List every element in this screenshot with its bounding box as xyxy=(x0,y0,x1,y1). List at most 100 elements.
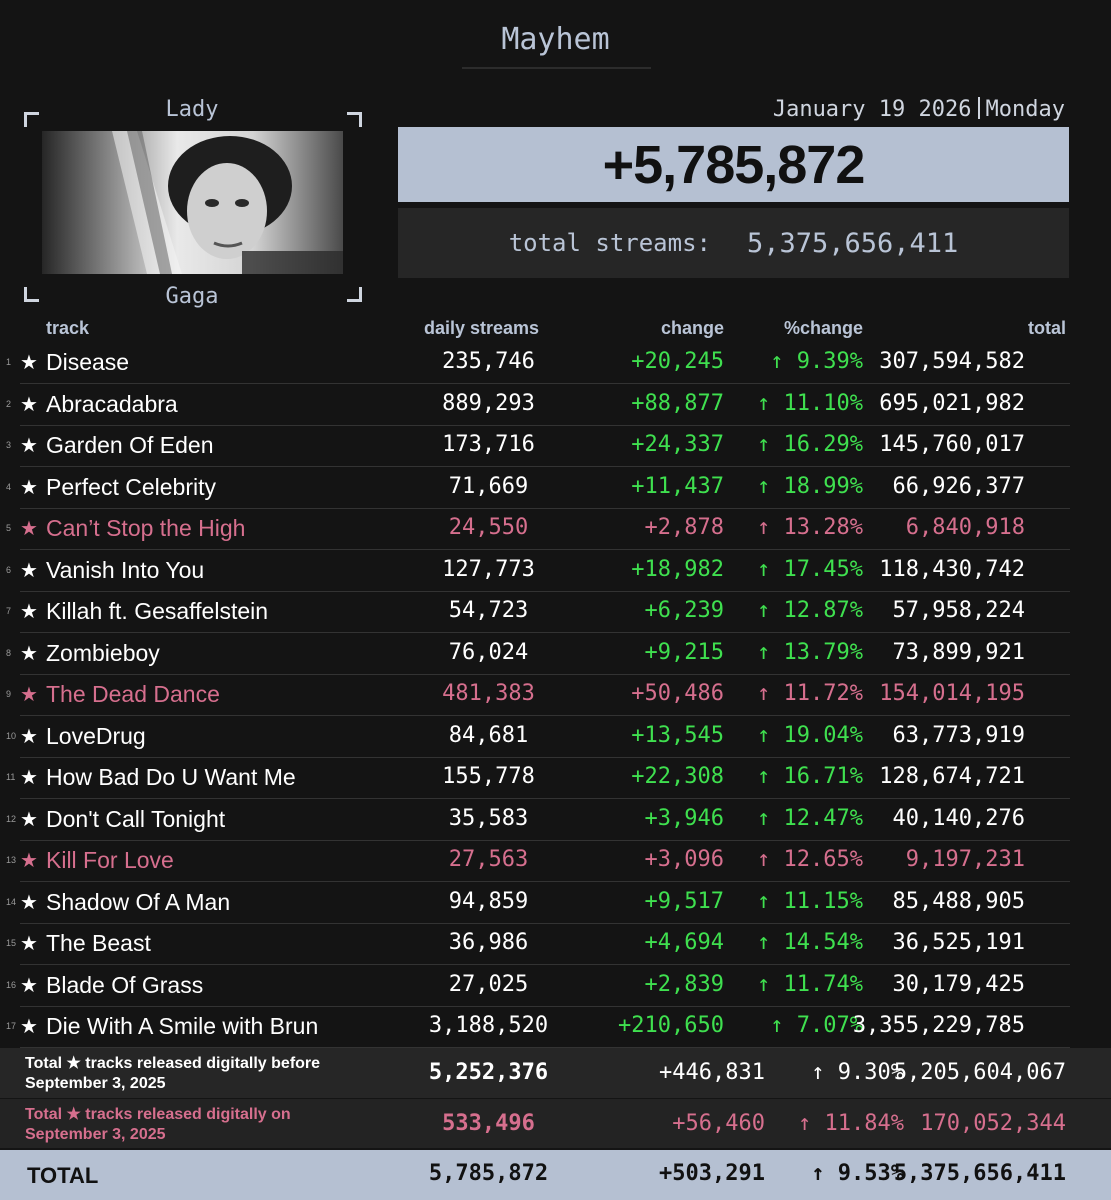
track-name: Abracadabra xyxy=(46,390,178,417)
track-rank: 9 xyxy=(6,689,12,699)
table-row: 7 ★ Killah ft. Gesaffelstein 54,723 +6,239 ↑ … xyxy=(0,592,1070,633)
total-streams-label: total streams: xyxy=(508,229,711,257)
track-total: 36,525,191 xyxy=(892,930,1025,955)
star-icon: ★ xyxy=(20,808,38,831)
track-daily-streams: 84,681 xyxy=(448,722,529,748)
track-daily-streams: 36,986 xyxy=(448,930,529,955)
track-total: 695,021,982 xyxy=(879,390,1025,416)
track-daily-streams: 173,716 xyxy=(442,432,535,457)
column-header-daily: daily streams xyxy=(424,318,540,338)
summary-before-daily: 5,252,376 xyxy=(428,1060,549,1085)
track-pct-change: ↑ 16.71% xyxy=(757,764,863,789)
summary-on-pct: ↑ 11.84% xyxy=(798,1111,904,1136)
track-pct-change: ↑ 7.07% xyxy=(770,1013,863,1038)
track-pct-change: ↑ 18.99% xyxy=(757,473,863,499)
track-rank: 10 xyxy=(6,730,17,741)
grand-total-label: TOTAL xyxy=(27,1163,99,1188)
star-icon: ★ xyxy=(20,767,38,789)
track-change: +20,245 xyxy=(631,349,724,374)
track-rank: 5 xyxy=(6,523,12,533)
track-total: 9,197,231 xyxy=(905,847,1025,872)
track-daily-streams: 54,723 xyxy=(448,598,529,623)
track-rank: 17 xyxy=(6,1021,17,1031)
date-divider xyxy=(977,97,980,119)
track-name: Vanish Into You xyxy=(46,556,205,583)
column-header-pct: %change xyxy=(783,318,863,338)
track-name: Garden Of Eden xyxy=(46,432,214,458)
track-daily-streams: 71,669 xyxy=(448,473,529,499)
star-icon: ★ xyxy=(20,352,38,374)
frame-corner-bottom-left xyxy=(24,287,39,302)
table-row: 12 ★ Don't Call Tonight 35,583 +3,946 ↑ 12.47… xyxy=(0,800,1070,841)
summary-on-change: +56,460 xyxy=(672,1111,765,1136)
track-pct-change: ↑ 16.29% xyxy=(757,432,863,457)
grand-total-total: 5,375,656,411 xyxy=(893,1161,1066,1186)
track-rank: 16 xyxy=(6,979,17,990)
star-icon: ★ xyxy=(20,891,38,914)
track-rank: 1 xyxy=(6,357,12,367)
track-pct-change: ↑ 13.28% xyxy=(757,515,863,540)
track-total: 6,840,918 xyxy=(905,515,1025,540)
track-rank: 15 xyxy=(6,938,17,948)
frame-corner-top-left xyxy=(24,112,39,127)
table-row: 1 ★ Disease 235,746 +20,245 ↑ 9.39% 307,594,58… xyxy=(0,343,1070,384)
track-pct-change: ↑ 11.10% xyxy=(757,390,863,416)
track-rank: 4 xyxy=(6,481,12,492)
track-pct-change: ↑ 17.45% xyxy=(757,556,863,582)
summary-on-label: Total ★ tracks released digitally on Sep… xyxy=(25,1106,291,1143)
table-row: 2 ★ Abracadabra 889,293 +88,877 ↑ 11.10% 695,0… xyxy=(0,385,1070,426)
star-icon: ★ xyxy=(20,1016,38,1038)
track-daily-streams: 35,583 xyxy=(448,805,529,831)
column-header-total: total xyxy=(1028,318,1066,338)
track-change: +6,239 xyxy=(644,598,724,623)
track-rank: 8 xyxy=(6,647,12,658)
summary-on-total: 170,052,344 xyxy=(920,1111,1066,1136)
track-daily-streams: 94,859 xyxy=(448,888,529,914)
summary-row-before: Total ★ tracks released digitally before… xyxy=(0,1048,1111,1098)
star-icon: ★ xyxy=(20,974,38,997)
track-rank: 3 xyxy=(6,440,12,450)
star-icon: ★ xyxy=(20,642,38,665)
track-rank: 13 xyxy=(6,855,17,865)
album-art-image xyxy=(42,131,343,274)
album-title: Mayhem xyxy=(501,22,610,57)
track-change: +9,517 xyxy=(644,888,724,914)
total-streams-value: 5,375,656,411 xyxy=(746,227,959,259)
star-icon: ★ xyxy=(20,518,38,540)
frame-corner-top-right xyxy=(347,112,362,127)
daily-total-box: +5,785,872 xyxy=(398,127,1069,202)
track-total: 128,674,721 xyxy=(879,764,1025,789)
track-change: +3,946 xyxy=(644,805,724,831)
track-rank: 14 xyxy=(6,896,17,907)
weekday-text: Monday xyxy=(985,97,1065,122)
daily-total-value: +5,785,872 xyxy=(602,134,866,195)
track-change: +2,839 xyxy=(644,971,724,997)
table-row: 10 ★ LoveDrug 84,681 +13,545 ↑ 19.04% 63,773,9… xyxy=(0,717,1070,758)
track-name: LoveDrug xyxy=(46,722,146,749)
summary-row-on: Total ★ tracks released digitally on Sep… xyxy=(0,1099,1111,1148)
track-name: Die With A Smile with Brun xyxy=(46,1013,319,1039)
table-row: 16 ★ Blade Of Grass 27,025 +2,839 ↑ 11.74% 30,… xyxy=(0,966,1070,1007)
date-line: January 19 2026 Monday xyxy=(773,97,1065,122)
track-name: Blade Of Grass xyxy=(46,971,204,998)
grand-total-daily: 5,785,872 xyxy=(428,1161,549,1186)
track-daily-streams: 127,773 xyxy=(442,556,535,582)
track-daily-streams: 889,293 xyxy=(442,390,535,416)
table-row: 5 ★ Can’t Stop the High 24,550 +2,878 ↑ 13.28… xyxy=(0,509,1070,550)
track-daily-streams: 76,024 xyxy=(448,639,529,665)
summary-before-label: Total ★ tracks released digitally before… xyxy=(25,1055,321,1092)
table-row: 14 ★ Shadow Of A Man 94,859 +9,517 ↑ 11.15% 85… xyxy=(0,883,1070,924)
track-daily-streams: 155,778 xyxy=(442,764,535,789)
track-pct-change: ↑ 19.04% xyxy=(757,722,863,748)
track-daily-streams: 235,746 xyxy=(442,349,535,374)
table-row: 17 ★ Die With A Smile with Brun 3,188,520 +2… xyxy=(0,1007,1070,1048)
table-row: 11 ★ How Bad Do U Want Me 155,778 +22,308 ↑ 1… xyxy=(0,758,1070,799)
track-total: 73,899,921 xyxy=(892,639,1025,665)
track-total: 154,014,195 xyxy=(879,681,1025,706)
track-name: Disease xyxy=(46,349,130,375)
track-change: +4,694 xyxy=(644,930,724,955)
title-underline xyxy=(462,67,651,69)
track-pct-change: ↑ 12.47% xyxy=(757,805,863,831)
track-change: +3,096 xyxy=(644,847,724,872)
grand-total-pct: ↑ 9.53% xyxy=(811,1161,904,1186)
